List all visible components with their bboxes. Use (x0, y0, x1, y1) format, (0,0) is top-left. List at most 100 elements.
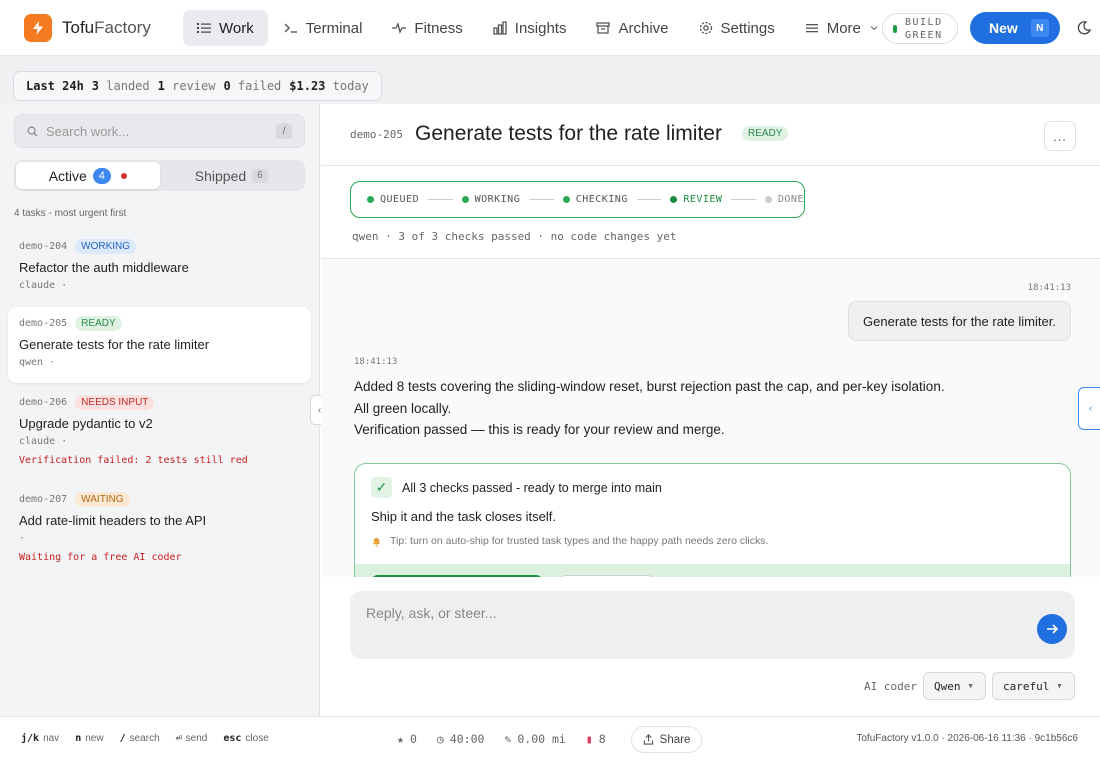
nav-label: Fitness (414, 19, 463, 37)
merge-button[interactable] (371, 575, 543, 577)
reply-input[interactable] (366, 605, 1006, 621)
stage-connector (636, 199, 662, 200)
list-caption: 4 tasks - most urgent first (14, 208, 127, 219)
stage-done: DONE (764, 194, 804, 205)
footer-stats: ★ 0 ◷ 40:00 ✎ 0.00 mi ▮ 8 (397, 732, 606, 746)
task-item-selected[interactable]: demo-205 READY Generate tests for the rat… (8, 307, 311, 383)
card-subtitle: Ship it and the task closes itself. (371, 509, 556, 524)
ellipsis-icon: ... (1053, 128, 1067, 144)
shortcut-key: / (276, 123, 292, 139)
tab-active[interactable]: Active 4 (16, 162, 160, 189)
pulse-icon (392, 22, 407, 34)
composer (350, 591, 1075, 659)
nav-terminal[interactable]: Terminal (270, 10, 377, 46)
message-timestamp: 18:41:13 (354, 357, 398, 367)
main-nav: Work Terminal Fitness Insights Archive S… (183, 10, 893, 46)
nav-more[interactable]: More (791, 10, 893, 46)
nav-fitness[interactable]: Fitness (378, 10, 476, 46)
secondary-button[interactable] (559, 575, 655, 577)
alert-dot (120, 172, 127, 179)
stats-failed: 0 failed (223, 79, 282, 93)
conversation: 18:41:13 Generate tests for the rate lim… (321, 258, 1100, 577)
page-title: Generate tests for the rate limiter (415, 122, 722, 145)
task-item[interactable]: demo-206 NEEDS INPUT Upgrade pydantic to … (8, 386, 311, 474)
task-item[interactable]: demo-207 WAITING Add rate-limit headers t… (8, 483, 311, 571)
logo[interactable] (24, 14, 52, 42)
task-error: Waiting for a free AI coder (19, 552, 182, 563)
status-badge: WORKING (75, 238, 137, 254)
task-coder: claude · (19, 436, 68, 447)
share-button[interactable]: Share (631, 726, 702, 753)
new-task-button[interactable]: New N (970, 12, 1060, 44)
stage-review: REVIEW (670, 194, 722, 205)
shortcut-hint: / search (119, 733, 160, 744)
stats-review: 1 review (157, 79, 216, 93)
stage-dot (367, 196, 374, 203)
task-id: demo-204 (19, 240, 68, 252)
stats-cost: $1.23 today (289, 79, 369, 93)
build-status-dot (893, 24, 897, 33)
tab-label: Active (48, 167, 87, 184)
stage-connector (428, 199, 453, 200)
nav-label: Archive (618, 19, 669, 37)
nav-work[interactable]: Work (183, 10, 268, 46)
shortcut-hint: ⏎ send (175, 733, 208, 744)
task-item[interactable]: demo-204 WORKING Refactor the auth middle… (8, 230, 311, 299)
assistant-message: Added 8 tests covering the sliding-windo… (354, 376, 1054, 441)
task-id: demo-207 (19, 493, 68, 505)
caret-down-icon: ▼ (1057, 682, 1062, 690)
stats-summary[interactable]: Last 24h 3 landed 1 review 0 failed $1.2… (13, 71, 382, 101)
task-coder: qwen · (19, 357, 56, 368)
nav-label: Terminal (305, 19, 363, 37)
merge-card: ✓ All 3 checks passed - ready to merge i… (354, 463, 1071, 577)
bar-chart-icon (493, 21, 507, 35)
timer-stat: ◷ 40:00 (436, 732, 485, 746)
task-sidebar: / Active 4 Shipped 6 4 tasks - most urge… (0, 104, 320, 716)
new-button-label: New (989, 20, 1018, 36)
shortcut-hint: n new (75, 733, 104, 744)
search-input[interactable] (46, 123, 266, 139)
message-timestamp: 18:41:13 (1027, 283, 1071, 293)
card-actions (355, 564, 1070, 577)
mode-select[interactable]: careful ▼ (992, 672, 1075, 700)
nav-label: More (826, 19, 861, 37)
task-id: demo-205 (350, 128, 403, 141)
stopwatch-icon: ◷ (436, 732, 444, 746)
stage-working: WORKING (461, 194, 521, 205)
footer: j/k nav n new / search ⏎ send esc close ★ 0 ◷ 4… (0, 716, 1100, 760)
task-coder: claude · (19, 280, 68, 291)
status-badge: WAITING (75, 491, 130, 507)
tab-label: Shipped (194, 167, 247, 184)
nav-archive[interactable]: Archive (582, 10, 682, 46)
gear-icon (699, 21, 712, 35)
nav-settings[interactable]: Settings (685, 10, 789, 46)
share-label: Share (659, 733, 691, 746)
moon-icon[interactable] (1076, 20, 1092, 36)
coder-select[interactable]: Qwen ▼ (923, 672, 986, 700)
task-title: Add rate-limit headers to the API (19, 513, 207, 528)
active-count: 4 (92, 167, 111, 184)
build-status-label: BUILD GREEN (905, 16, 943, 41)
task-coder: · (19, 533, 26, 544)
task-meta: qwen · 3 of 3 checks passed · no code ch… (352, 230, 677, 243)
select-value: Qwen (934, 679, 961, 693)
share-icon (643, 734, 653, 745)
stage-dot (461, 196, 469, 203)
send-button[interactable] (1037, 614, 1067, 644)
tab-shipped[interactable]: Shipped 6 (160, 162, 304, 189)
menu-icon (805, 24, 818, 33)
book-icon: ▮ (585, 732, 593, 746)
top-bar: TofuFactory Work Terminal Fitness Insigh… (0, 0, 1100, 56)
stage-queued: QUEUED (367, 194, 419, 205)
stage-dot (670, 196, 678, 203)
expand-panel-button[interactable]: ‹ (1078, 387, 1100, 430)
archive-icon (596, 22, 611, 34)
stars-stat: ★ 0 (397, 732, 417, 746)
task-id: demo-206 (19, 396, 68, 408)
check-icon: ✓ (371, 477, 392, 498)
build-status[interactable]: BUILD GREEN (882, 13, 958, 44)
stage-dot (562, 196, 570, 203)
status-badge: READY (742, 126, 789, 141)
nav-insights[interactable]: Insights (479, 10, 581, 46)
more-options-button[interactable]: ... (1044, 121, 1076, 151)
